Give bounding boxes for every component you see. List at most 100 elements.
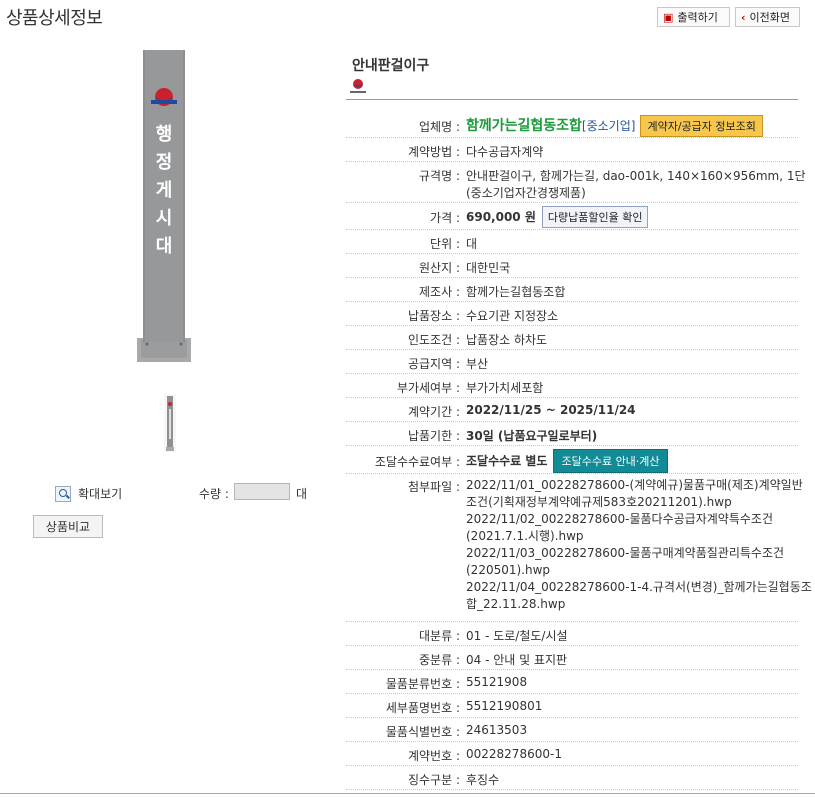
attachment-link[interactable]: 2022/11/01_00228278600-(계약예규)물품구매(제조)계약일…	[466, 477, 812, 494]
zoom-label: 확대보기	[78, 487, 123, 501]
quantity-input[interactable]	[234, 483, 290, 500]
row-delivery-terms: 인도조건 : 납품장소 하차도	[346, 326, 798, 350]
row-attachments: 첨부파일 : 2022/11/01_00228278600-(계약예규)물품구매…	[346, 474, 812, 622]
row-label: 물품식별번호 :	[385, 725, 460, 739]
row-value: 후징수	[466, 773, 500, 787]
quantity-label: 수량 :	[199, 487, 229, 501]
row-value: 01 - 도로/철도/시설	[466, 629, 568, 643]
attachment-link[interactable]: 조건(기획재정부계약예규제583호20211201).hwp	[466, 494, 812, 511]
row-origin: 원산지 : 대한민국	[346, 254, 798, 278]
row-value: 55121908	[466, 675, 528, 689]
row-label: 원산지 :	[419, 261, 460, 275]
row-spec: 규격명 : 안내판걸이구, 함께가는길, dao-001k, 140×160×9…	[346, 162, 806, 203]
row-value: 04 - 안내 및 표지판	[466, 653, 568, 667]
contractor-info-button[interactable]: 계약자/공급자 정보조회	[640, 115, 763, 137]
printer-icon: ▣	[663, 10, 674, 24]
attachment-link[interactable]: (220501).hwp	[466, 562, 812, 579]
price-value: 690,000 원	[466, 210, 536, 224]
row-label: 징수구분 :	[407, 773, 460, 787]
thumbnail-image[interactable]	[164, 394, 176, 452]
row-price: 가격 : 690,000 원 다량납품할인율 확인	[346, 203, 798, 230]
row-label: 납품장소 :	[407, 309, 460, 323]
row-contract-number: 계약번호 : 00228278600-1	[346, 742, 798, 766]
row-value: 24613503	[466, 723, 528, 737]
magnifier-icon	[55, 485, 71, 502]
government-emblem-icon	[350, 79, 366, 93]
row-contract-period: 계약기간 : 2022/11/25 ~ 2025/11/24	[346, 398, 798, 422]
zoom-button[interactable]: 확대보기	[55, 485, 122, 502]
row-label: 중분류 :	[419, 653, 460, 667]
back-button[interactable]: ‹ 이전화면	[735, 7, 800, 27]
row-value: 00228278600-1	[466, 747, 562, 761]
row-label: 인도조건 :	[407, 333, 460, 347]
row-major-category: 대분류 : 01 - 도로/철도/시설	[346, 622, 798, 646]
bottom-divider	[0, 793, 815, 794]
product-name: 안내판걸이구	[352, 58, 430, 74]
row-value: 부가가치세포함	[466, 381, 544, 395]
title-divider	[346, 99, 798, 100]
row-vat: 부가세여부 : 부가가치세포함	[346, 374, 798, 398]
attachment-link[interactable]: 합_22.11.28.hwp	[466, 596, 812, 613]
row-procurement-fee: 조달수수료여부 : 조달수수료 별도 조달수수료 안내·계산	[346, 446, 798, 474]
row-label: 단위 :	[430, 237, 460, 251]
row-value: 대한민국	[466, 261, 511, 275]
spec-tag: (중소기업자간경쟁제품)	[466, 186, 586, 200]
svg-text:시: 시	[156, 208, 173, 229]
row-mid-category: 중분류 : 04 - 안내 및 표지판	[346, 646, 798, 670]
row-unit: 단위 : 대	[346, 230, 798, 254]
print-button-label: 출력하기	[677, 11, 718, 24]
row-item-id-number: 물품식별번호 : 24613503	[346, 718, 798, 742]
company-name[interactable]: 함께가는길협동조합	[466, 118, 582, 134]
row-value: 함께가는길협동조합	[466, 285, 566, 299]
row-label: 계약기간 :	[407, 405, 460, 419]
svg-text:게: 게	[156, 180, 173, 201]
compare-button[interactable]: 상품비교	[33, 515, 103, 538]
row-label: 계약번호 :	[407, 749, 460, 763]
row-label: 부가세여부 :	[396, 381, 460, 395]
attachment-link[interactable]: 2022/11/02_00228278600-물품다수공급자계약특수조건	[466, 511, 812, 528]
row-label: 대분류 :	[419, 629, 460, 643]
attachment-link[interactable]: 2022/11/04_00228278600-1-4.규격서(변경)_함께가는길…	[466, 579, 812, 596]
attachment-link[interactable]: 2022/11/03_00228278600-물품구매계약품질관리특수조건	[466, 545, 812, 562]
fee-value: 조달수수료 별도	[466, 454, 548, 468]
page-title: 상품상세정보	[6, 8, 103, 29]
attachment-link[interactable]: (2021.7.1.시행).hwp	[466, 528, 812, 545]
row-label: 물품분류번호 :	[385, 677, 460, 691]
row-value: 30일 (납품요구일로부터)	[466, 429, 598, 443]
bulk-discount-button[interactable]: 다량납품할인율 확인	[541, 206, 649, 228]
row-label: 계약방법 :	[407, 145, 460, 159]
row-item-class-number: 물품분류번호 : 55121908	[346, 670, 798, 694]
svg-text:행: 행	[156, 124, 173, 145]
row-value: 다수공급자계약	[466, 145, 544, 159]
row-supply-region: 공급지역 : 부산	[346, 350, 798, 374]
row-delivery-deadline: 납품기한 : 30일 (납품요구일로부터)	[346, 422, 798, 446]
print-button[interactable]: ▣ 출력하기	[657, 7, 730, 27]
row-value: 대	[466, 237, 478, 251]
row-company: 업체명 : 함께가는길협동조합[중소기업] 계약자/공급자 정보조회	[346, 115, 798, 138]
chevron-left-icon: ‹	[741, 10, 746, 24]
row-value: 수요기관 지정장소	[466, 309, 559, 323]
row-label: 업체명 :	[419, 120, 460, 134]
row-label: 조달수수료여부 :	[374, 455, 460, 469]
company-tag: [중소기업]	[581, 119, 636, 133]
row-label: 가격 :	[430, 211, 460, 225]
row-value: 안내판걸이구, 함께가는길, dao-001k, 140×160×956mm, …	[466, 169, 806, 183]
row-delivery-place: 납품장소 : 수요기관 지정장소	[346, 302, 798, 326]
row-label: 규격명 :	[419, 169, 460, 183]
row-contract-method: 계약방법 : 다수공급자계약	[346, 138, 798, 162]
row-detail-item-number: 세부품명번호 : 5512190801	[346, 694, 798, 718]
row-value: 2022/11/25 ~ 2025/11/24	[466, 403, 636, 417]
svg-text:정: 정	[156, 152, 173, 173]
row-manufacturer: 제조사 : 함께가는길협동조합	[346, 278, 798, 302]
quantity-unit: 대	[296, 487, 308, 501]
row-value: 납품장소 하차도	[466, 333, 548, 347]
row-label: 첨부파일 :	[407, 480, 460, 494]
row-value: 5512190801	[466, 699, 543, 713]
row-label: 납품기한 :	[407, 429, 460, 443]
row-label: 제조사 :	[419, 285, 460, 299]
back-button-label: 이전화면	[749, 11, 791, 24]
svg-text:대: 대	[156, 236, 173, 257]
product-image: 행 정 게 시 대	[137, 50, 191, 362]
fee-calculator-button[interactable]: 조달수수료 안내·계산	[553, 449, 668, 473]
row-label: 공급지역 :	[407, 357, 460, 371]
